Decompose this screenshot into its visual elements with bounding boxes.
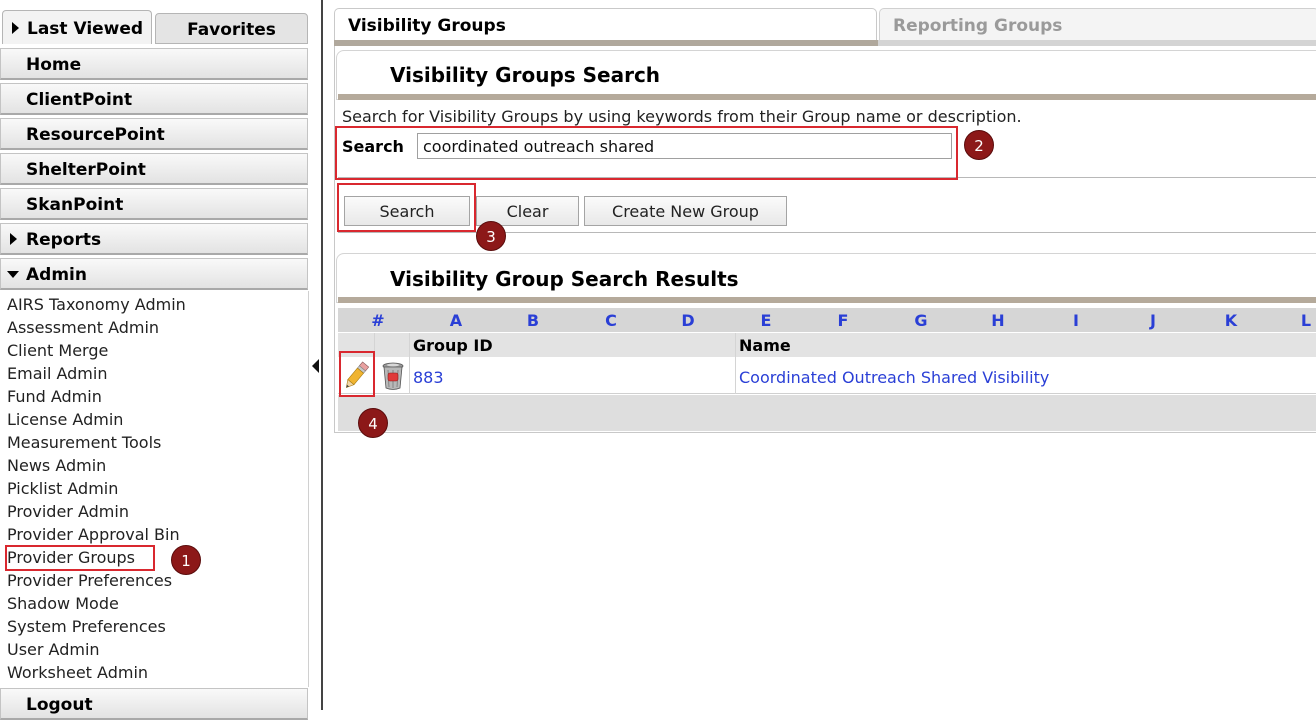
alpha-link-e[interactable]: E — [756, 311, 776, 330]
column-divider — [409, 333, 410, 394]
nav-reports-label: Reports — [26, 230, 102, 250]
admin-item-provider-admin[interactable]: Provider Admin — [7, 502, 129, 521]
column-header-name[interactable]: Name — [739, 336, 791, 355]
tab-reporting-groups[interactable]: Reporting Groups — [879, 8, 1316, 42]
tab-last-viewed[interactable]: Last Viewed — [2, 10, 152, 44]
nav-clientpoint[interactable]: ClientPoint — [0, 83, 308, 115]
group-id-link[interactable]: 883 — [413, 368, 444, 387]
sidebar-divider — [321, 0, 323, 710]
admin-item-provider-preferences[interactable]: Provider Preferences — [7, 571, 172, 590]
divider-line — [338, 177, 1316, 178]
nav-admin[interactable]: Admin — [0, 258, 308, 290]
create-new-group-button[interactable]: Create New Group — [584, 196, 787, 226]
admin-item-provider-groups[interactable]: Provider Groups — [7, 548, 135, 567]
admin-item-user-admin[interactable]: User Admin — [7, 640, 100, 659]
nav-admin-label: Admin — [26, 265, 87, 285]
alpha-link-j[interactable]: J — [1143, 311, 1163, 330]
step-badge-1: 1 — [171, 545, 201, 575]
alphabet-filter-bar — [338, 308, 1316, 332]
results-section-title: Visibility Group Search Results — [390, 267, 739, 291]
tab-favorites-label: Favorites — [187, 20, 276, 40]
admin-item-system-preferences[interactable]: System Preferences — [7, 617, 166, 636]
search-input[interactable] — [417, 133, 952, 159]
admin-item-provider-approval-bin[interactable]: Provider Approval Bin — [7, 525, 180, 544]
trash-can-icon[interactable] — [380, 361, 406, 391]
collapse-sidebar-icon[interactable] — [312, 359, 319, 373]
search-button[interactable]: Search — [344, 196, 470, 226]
admin-item-license[interactable]: License Admin — [7, 410, 123, 429]
nav-logout[interactable]: Logout — [0, 688, 308, 720]
alpha-link-i[interactable]: I — [1066, 311, 1086, 330]
nav-home-label: Home — [26, 55, 82, 75]
alpha-link-c[interactable]: C — [601, 311, 621, 330]
search-section-header: Visibility Groups Search — [336, 50, 1316, 100]
column-header-group-id[interactable]: Group ID — [413, 336, 493, 355]
alpha-link-b[interactable]: B — [523, 311, 543, 330]
sidebar-tabs: Last Viewed Favorites — [0, 10, 310, 44]
tab-favorites[interactable]: Favorites — [155, 13, 308, 44]
column-divider — [735, 333, 736, 394]
nav-home[interactable]: Home — [0, 48, 308, 80]
admin-item-news[interactable]: News Admin — [7, 456, 106, 475]
alpha-link-l[interactable]: L — [1296, 311, 1316, 330]
nav-resourcepoint-label: ResourcePoint — [26, 125, 165, 145]
tab-reporting-groups-label: Reporting Groups — [893, 16, 1063, 36]
nav-clientpoint-label: ClientPoint — [26, 90, 133, 110]
nav-resourcepoint[interactable]: ResourcePoint — [0, 118, 308, 150]
nav-reports[interactable]: Reports — [0, 223, 308, 255]
alpha-link-d[interactable]: D — [678, 311, 698, 330]
nav-skanpoint[interactable]: SkanPoint — [0, 188, 308, 220]
admin-menu: AIRS Taxonomy Admin Assessment Admin Cli… — [0, 291, 309, 687]
tab-last-viewed-label: Last Viewed — [27, 19, 144, 39]
expand-arrow-icon — [10, 233, 17, 245]
alpha-link-g[interactable]: G — [911, 311, 931, 330]
search-section-title: Visibility Groups Search — [390, 63, 661, 87]
admin-item-assessment[interactable]: Assessment Admin — [7, 318, 159, 337]
alpha-link-hash[interactable]: # — [368, 311, 388, 330]
column-divider — [374, 333, 375, 394]
search-description: Search for Visibility Groups by using ke… — [342, 107, 1022, 126]
step-badge-4: 4 — [358, 408, 388, 438]
admin-item-picklist[interactable]: Picklist Admin — [7, 479, 118, 498]
nav-shelterpoint[interactable]: ShelterPoint — [0, 153, 308, 185]
expand-arrow-icon — [12, 22, 19, 34]
sidebar: Last Viewed Favorites Home ClientPoint R… — [0, 0, 310, 720]
nav-logout-label: Logout — [26, 695, 93, 715]
collapse-arrow-icon — [7, 271, 19, 278]
admin-item-shadow-mode[interactable]: Shadow Mode — [7, 594, 119, 613]
section-divider-bar — [338, 94, 1316, 100]
step-badge-3: 3 — [476, 221, 506, 251]
admin-item-airs-taxonomy[interactable]: AIRS Taxonomy Admin — [7, 295, 186, 314]
admin-item-measurement-tools[interactable]: Measurement Tools — [7, 433, 161, 452]
admin-item-client-merge[interactable]: Client Merge — [7, 341, 108, 360]
tab-visibility-groups-label: Visibility Groups — [348, 16, 506, 36]
results-table-footer — [338, 395, 1316, 431]
admin-item-email[interactable]: Email Admin — [7, 364, 107, 383]
pencil-edit-icon[interactable] — [341, 359, 371, 393]
alpha-link-a[interactable]: A — [446, 311, 466, 330]
nav-shelterpoint-label: ShelterPoint — [26, 160, 146, 180]
alpha-link-k[interactable]: K — [1221, 311, 1241, 330]
step-badge-2: 2 — [964, 130, 994, 160]
search-label: Search — [342, 137, 404, 156]
admin-item-worksheet-admin[interactable]: Worksheet Admin — [7, 663, 148, 682]
alpha-link-f[interactable]: F — [833, 311, 853, 330]
group-name-link[interactable]: Coordinated Outreach Shared Visibility — [739, 368, 1049, 387]
alpha-link-h[interactable]: H — [988, 311, 1008, 330]
nav-skanpoint-label: SkanPoint — [26, 195, 124, 215]
results-section-header: Visibility Group Search Results — [336, 253, 1316, 303]
section-divider-bar — [338, 297, 1316, 303]
admin-item-fund[interactable]: Fund Admin — [7, 387, 102, 406]
